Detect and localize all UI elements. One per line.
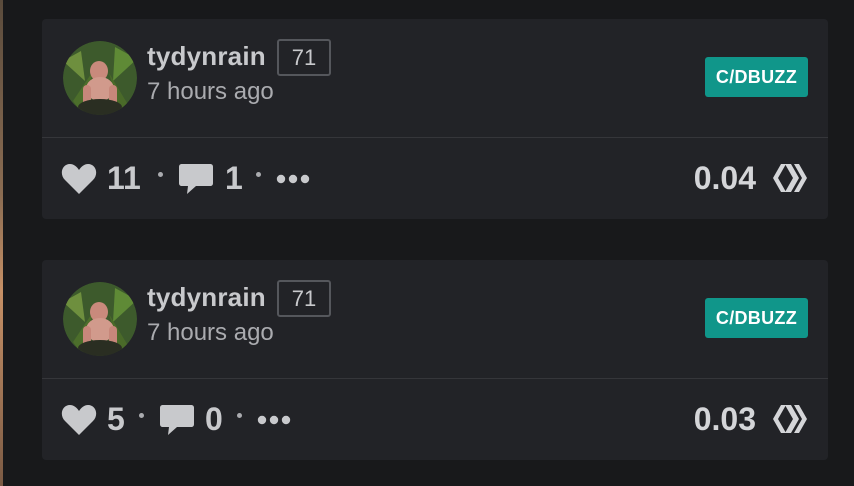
reputation-badge: 71 — [277, 280, 331, 317]
reputation-badge: 71 — [277, 39, 331, 76]
ellipsis-icon[interactable] — [276, 138, 310, 219]
heart-icon[interactable] — [61, 138, 97, 219]
post-actions: 5 0 0.03 — [42, 379, 828, 460]
speech-bubble-icon[interactable] — [159, 379, 195, 460]
background-edge — [0, 0, 3, 486]
speech-bubble-icon[interactable] — [178, 138, 214, 219]
post-timestamp[interactable]: 7 hours ago — [147, 319, 274, 347]
comment-count[interactable]: 1 — [225, 138, 243, 219]
vote-count[interactable]: 11 — [107, 138, 141, 219]
author-name[interactable]: tydynrain — [147, 41, 266, 72]
ellipsis-icon[interactable] — [257, 379, 291, 460]
payout-value[interactable]: 0.04 — [694, 138, 756, 219]
community-tag[interactable]: C/DBUZZ — [704, 298, 808, 338]
post-card: tydynrain 71 7 hours ago C/DBUZZ 5 0 0.0… — [42, 260, 828, 460]
heart-icon[interactable] — [61, 379, 97, 460]
post-timestamp[interactable]: 7 hours ago — [147, 78, 274, 106]
separator-dot — [139, 413, 144, 418]
comment-count[interactable]: 0 — [205, 379, 223, 460]
separator-dot — [237, 413, 242, 418]
post-header: tydynrain 71 7 hours ago C/DBUZZ — [42, 260, 828, 378]
post-header: tydynrain 71 7 hours ago C/DBUZZ — [42, 19, 828, 137]
post-actions: 11 1 0.04 — [42, 138, 828, 219]
hive-icon — [772, 401, 808, 437]
author-name[interactable]: tydynrain — [147, 282, 266, 313]
vote-count[interactable]: 5 — [107, 379, 125, 460]
hive-icon — [772, 160, 808, 196]
separator-dot — [256, 172, 261, 177]
avatar[interactable] — [63, 41, 137, 115]
payout-value[interactable]: 0.03 — [694, 379, 756, 460]
post-card: tydynrain 71 7 hours ago C/DBUZZ 11 1 0.… — [42, 19, 828, 219]
community-tag[interactable]: C/DBUZZ — [704, 57, 808, 97]
avatar[interactable] — [63, 282, 137, 356]
separator-dot — [158, 172, 163, 177]
